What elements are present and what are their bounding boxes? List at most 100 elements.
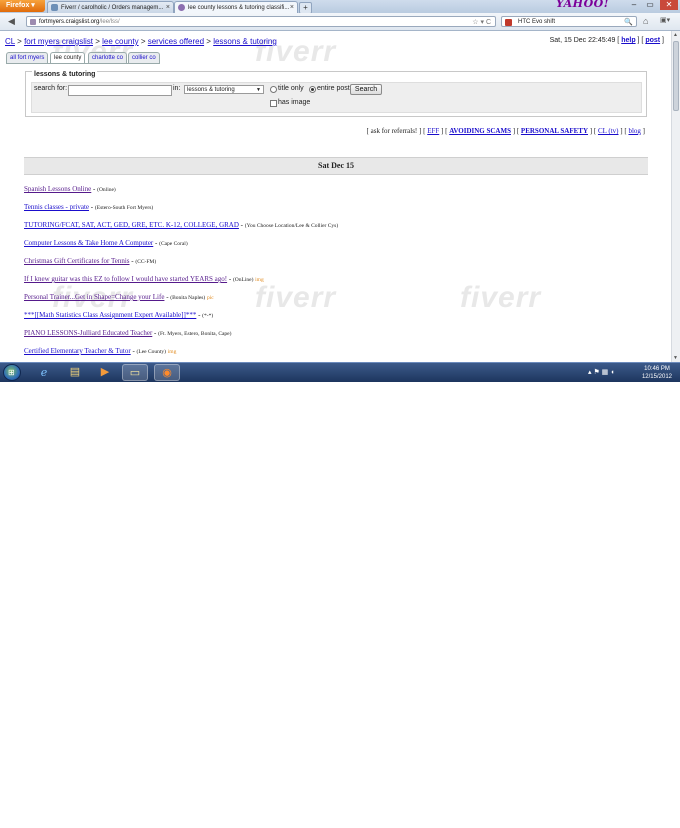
listing-title-link[interactable]: Certified Elementary Teacher & Tutor [24,347,131,355]
entire-post-radio[interactable] [309,86,316,93]
search-input[interactable] [68,85,172,96]
scroll-up-icon[interactable]: ▲ [673,32,678,38]
breadcrumb-link[interactable]: services offered [148,37,204,46]
listing-location: (Cape Coral) [159,241,188,247]
tab-title: lee county lessons & tutoring classifi..… [188,5,290,11]
subtab-collier-co[interactable]: collier co [128,52,160,63]
breadcrumb-link[interactable]: fort myers craigslist [24,37,93,46]
breadcrumb: CL > fort myers craigslist > lee county … [5,37,277,46]
breadcrumb-link[interactable]: lee county [102,37,138,46]
minimize-button[interactable]: – [627,0,641,10]
listing-location: (OnLine) [232,277,254,283]
tab-craigslist[interactable]: lee county lessons & tutoring classifi..… [174,1,298,13]
listing-title-link[interactable]: Tennis classes - private [24,203,89,211]
search-form: lessons & tutoring search for: in: lesso… [25,71,647,117]
site-identity-icon [30,19,36,25]
browser-tab-bar: Firefox ▾ Fiverr / carolholic / Orders m… [0,0,680,14]
listing-image-tag: img [255,277,264,283]
craigslist-favicon-icon [178,4,185,11]
breadcrumb-separator: > [140,37,146,46]
listing-row: ***[[Math Statistics Class Assignment Ex… [24,311,214,319]
bookmarks-icon[interactable]: ▣▾ [660,16,670,26]
category-select[interactable]: lessons & tutoring ▼ [184,85,264,94]
listing-title-link[interactable]: ***[[Math Statistics Class Assignment Ex… [24,311,196,319]
tab-fiverr[interactable]: Fiverr / carolholic / Orders managem... … [47,1,174,13]
close-window-button[interactable]: ✕ [660,0,678,10]
browser-nav-bar: ◀ fortmyers.craigslist.org/lee/lss/ ☆ ▾ … [0,13,680,31]
current-datetime: Sat, 15 Dec 22:45:49 [549,37,616,44]
url-bar[interactable]: fortmyers.craigslist.org/lee/lss/ ☆ ▾ C [26,16,496,27]
listing-title-link[interactable]: PIANO LESSONS-Julliard Educated Teacher [24,329,152,337]
clock-date: 12/15/2012 [641,374,672,380]
home-icon[interactable]: ⌂ [643,16,648,26]
listing-title-link[interactable]: Christmas Gift Certificates for Tennis [24,257,130,265]
breadcrumb-separator: > [206,37,211,46]
close-tab-icon[interactable]: × [290,2,294,13]
search-icon[interactable]: 🔍 [624,17,633,28]
listing-row: Tennis classes - private - (Estero-South… [24,203,154,211]
day-header: Sat Dec 15 [24,157,648,175]
listing-title-link[interactable]: TUTORING/FCAT, SAT, ACT, GED, GRE, ETC. … [24,221,239,229]
listing-title-link[interactable]: Computer Lessons & Take Home A Computer [24,239,153,247]
links-row-item[interactable]: CL (tv) [598,127,619,135]
firefox-icon[interactable]: ◉ [154,364,180,381]
listing-title-link[interactable]: Personal Trainer...Get in Shape=Change y… [24,293,164,301]
title-only-radio[interactable] [270,86,277,93]
maximize-button[interactable]: ▭ [643,0,657,10]
listing-row: TUTORING/FCAT, SAT, ACT, GED, GRE, ETC. … [24,221,339,229]
scroll-down-icon[interactable]: ▼ [673,355,678,361]
listing-title-link[interactable]: Spanish Lessons Online [24,185,91,193]
has-image-checkbox[interactable] [270,100,277,107]
search-for-label: search for: [34,85,68,92]
listing-row: Personal Trainer...Get in Shape=Change y… [24,293,214,301]
scrollbar-thumb[interactable] [673,41,679,111]
media-player-icon[interactable]: ▶ [92,364,118,381]
page-scrollbar[interactable]: ▲ ▼ [671,31,680,362]
links-row-item[interactable]: blog [628,127,640,135]
subtab-all-fort-myers[interactable]: all fort myers [6,52,49,63]
listing-row: Christmas Gift Certificates for Tennis -… [24,257,157,265]
yahoo-logo: YAHOO! [556,0,610,10]
search-form-panel: search for: in: lessons & tutoring ▼ tit… [31,82,642,113]
clock-time: 10:46 PM [644,366,670,372]
help-link[interactable]: help [621,37,635,44]
tray-icons[interactable]: ▴ ⚑ ▦ ◖ [588,368,614,376]
taskbar-clock[interactable]: 10:46 PM 12/15/2012 [642,365,672,381]
listing-title-link[interactable]: If I knew guitar was this EZ to follow I… [24,275,227,283]
listing-image-tag: pic [207,295,214,301]
subtab-charlotte-co[interactable]: charlotte co [88,52,128,63]
fiverr-favicon-icon [51,4,58,11]
url-bar-controls[interactable]: ☆ ▾ C [472,17,491,28]
start-button[interactable]: ⊞ [3,364,21,381]
listing-location: (Bonita Naples) [170,295,206,301]
url-host: fortmyers.craigslist.org [39,19,100,25]
search-button[interactable]: Search [350,84,382,95]
breadcrumb-link[interactable]: CL [5,37,15,46]
listing-location: (CC-FM) [135,259,157,265]
listing-location: (Lee County) [136,349,167,355]
subtab-lee-county[interactable]: lee county [50,52,86,63]
explorer-icon[interactable]: ▤ [62,364,88,381]
close-tab-icon[interactable]: × [166,2,170,13]
windows-taskbar: ⊞ e ▤ ▶ ▭ ◉ ▴ ⚑ ▦ ◖ 10:46 PM 12/15/2012 [0,362,680,382]
ie-icon[interactable]: e [31,364,57,381]
page-viewport: fiverr fiverr fiverr fiverr fiverr fiver… [0,31,671,362]
tab-title: Fiverr / carolholic / Orders managem... [61,5,164,11]
back-icon[interactable]: ◀ [8,16,15,26]
links-row-item[interactable]: AVOIDING SCAMS [449,127,511,135]
browser-search-input[interactable]: HTC Evo shift 🔍 [501,16,637,27]
search-form-legend: lessons & tutoring [32,71,98,78]
notes-icon[interactable]: ▭ [122,364,148,381]
category-selected-value: lessons & tutoring [187,87,235,93]
entire-post-label: entire post [317,85,350,92]
title-only-label: title only [278,85,304,92]
listing-location: (Ft. Myers, Estero, Bonita, Cape) [158,331,232,337]
search-engine-icon[interactable] [505,19,512,26]
post-link[interactable]: post [645,37,660,44]
links-row-item[interactable]: EFF [427,127,439,135]
links-row-item[interactable]: PERSONAL SAFETY [521,127,588,135]
breadcrumb-link[interactable]: lessons & tutoring [213,37,277,46]
firefox-menu-button[interactable]: Firefox ▾ [0,0,45,12]
listing-location: (Online) [97,187,116,193]
listing-row: Certified Elementary Teacher & Tutor - (… [24,347,177,355]
